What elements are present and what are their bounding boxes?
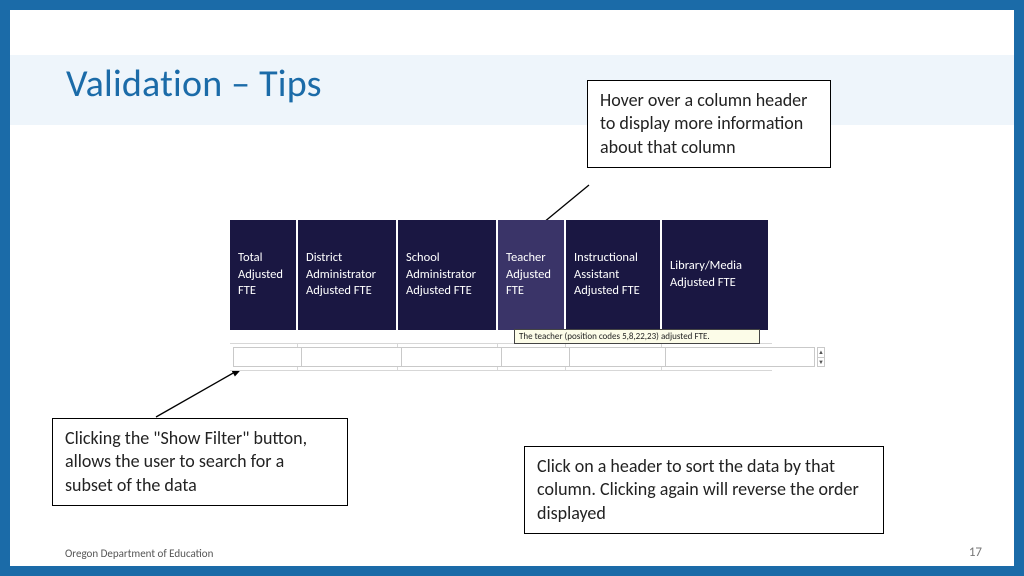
- slide-frame: Validation – Tips Hover over a column he…: [0, 0, 1024, 576]
- column-header-table: Total Adjusted FTE District Administrato…: [230, 220, 772, 371]
- filter-cell: ▲▼: [298, 344, 398, 370]
- column-header-teacher[interactable]: Teacher Adjusted FTE: [498, 220, 566, 330]
- table-header-row: Total Adjusted FTE District Administrato…: [230, 220, 772, 330]
- callout-hover-header: Hover over a column header to display mo…: [587, 80, 831, 168]
- column-header-district-admin[interactable]: District Administrator Adjusted FTE: [298, 220, 398, 330]
- filter-cell: ▲▼: [662, 344, 768, 370]
- page-number: 17: [969, 545, 982, 560]
- spinner-up-icon[interactable]: ▲: [818, 348, 824, 358]
- footer-organization: Oregon Department of Education: [65, 547, 213, 560]
- filter-input-library-media[interactable]: [665, 347, 815, 367]
- callout-show-filter: Clicking the "Show Filter" button, allow…: [52, 418, 348, 506]
- column-header-total-fte[interactable]: Total Adjusted FTE: [230, 220, 298, 330]
- filter-cell: ▲▼: [566, 344, 662, 370]
- filter-row: ▲▼ ▲▼ ▲▼ ▲▼ ▲▼ ▲▼: [230, 343, 772, 371]
- spinner[interactable]: ▲▼: [817, 347, 825, 367]
- column-tooltip: The teacher (position codes 5,8,22,23) a…: [514, 329, 760, 344]
- column-header-school-admin[interactable]: School Administrator Adjusted FTE: [398, 220, 498, 330]
- filter-cell: ▲▼: [230, 344, 298, 370]
- filter-cell: ▲▼: [398, 344, 498, 370]
- spinner-down-icon[interactable]: ▼: [818, 358, 824, 367]
- column-header-library-media[interactable]: Library/Media Adjusted FTE: [662, 220, 768, 330]
- column-header-instructional-assistant[interactable]: Instructional Assistant Adjusted FTE: [566, 220, 662, 330]
- page-title: Validation – Tips: [66, 61, 322, 107]
- title-band: Validation – Tips: [10, 55, 1014, 125]
- callout-sort-header: Click on a header to sort the data by th…: [524, 446, 884, 534]
- filter-cell: ▲▼: [498, 344, 566, 370]
